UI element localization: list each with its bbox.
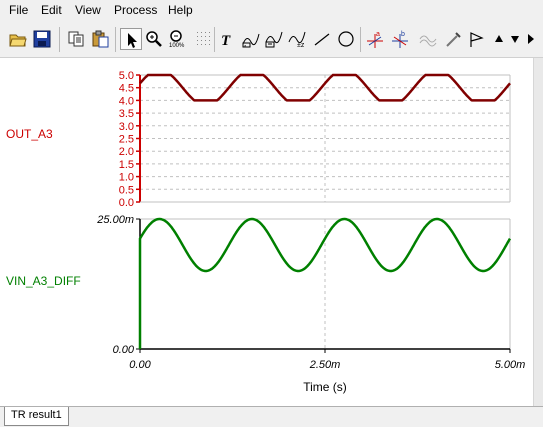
y-tick-label: 1.5 — [119, 159, 134, 171]
text-icon[interactable]: T — [217, 28, 239, 50]
svg-text:100%: 100% — [169, 43, 185, 48]
y-tick-label: 2.0 — [119, 146, 134, 158]
grid-icon[interactable] — [193, 28, 215, 50]
circle-icon[interactable] — [335, 28, 357, 50]
paste-icon[interactable] — [89, 28, 111, 50]
tolerance-icon[interactable]: ±z — [286, 28, 308, 50]
x-axis-label: Time (s) — [303, 380, 347, 394]
out-a3-plot: 0.00.51.01.52.02.53.03.54.04.55.0 — [119, 70, 511, 209]
tab-tr-result1[interactable]: TR result1 — [4, 407, 69, 426]
menu-view[interactable]: View — [75, 3, 101, 17]
cursor-a-icon[interactable]: a — [240, 28, 262, 50]
menu-bar: File Edit View Process Help — [0, 0, 543, 20]
x-tick-label: 2.50m — [309, 359, 341, 371]
y-tick-label: 0.0 — [119, 197, 134, 209]
y-tick-label: 0.00 — [113, 344, 135, 356]
pointer-icon[interactable] — [120, 28, 142, 50]
y-tick-label: 1.0 — [119, 172, 134, 184]
menu-process[interactable]: Process — [114, 3, 157, 17]
open-folder-icon[interactable] — [7, 28, 29, 50]
menu-help[interactable]: Help — [168, 3, 193, 17]
svg-text:b: b — [401, 31, 405, 38]
scroll-right-icon[interactable] — [524, 28, 538, 50]
y-tick-label: 2.5 — [119, 134, 134, 146]
x-tick-label: 5.00m — [495, 359, 526, 371]
x-tick-label: 0.00 — [129, 359, 151, 371]
curve-icon[interactable] — [417, 28, 439, 50]
copy-icon[interactable] — [65, 28, 87, 50]
y-tick-label: 3.5 — [119, 108, 134, 120]
up-arrow-icon[interactable] — [492, 28, 506, 50]
zoom-100-icon[interactable]: 100% — [166, 28, 188, 50]
tab-bar: TR result1 — [0, 406, 543, 427]
vin-a3-diff-label: VIN_A3_DIFF — [6, 274, 81, 288]
line-icon[interactable] — [311, 28, 333, 50]
down-arrow-icon[interactable] — [508, 28, 522, 50]
y-tick-label: 3.0 — [119, 121, 134, 133]
svg-text:T: T — [221, 33, 231, 48]
menu-edit[interactable]: Edit — [41, 3, 62, 17]
save-disk-icon[interactable] — [31, 28, 53, 50]
plot-area[interactable]: 0.0 0.5 1.0 1.5 2.0 2.5 3.0 3.5 4.0 4.5 5.0 0.00 25… — [0, 58, 533, 406]
y-tick-label: 4.5 — [119, 83, 134, 95]
cursor-b-blue-icon[interactable]: b — [389, 28, 411, 50]
zoom-in-icon[interactable] — [143, 28, 165, 50]
toolbar: 100% T a ±z a b — [0, 21, 543, 58]
y-tick-label: 0.5 — [119, 184, 134, 196]
vertical-scrollbar[interactable] — [533, 58, 543, 406]
y-tick-label: 25.00m — [96, 214, 134, 226]
cursor-a-red-icon[interactable]: a — [364, 28, 386, 50]
svg-text:±z: ±z — [297, 42, 305, 48]
svg-text:a: a — [376, 31, 380, 38]
y-tick-label: 4.0 — [119, 95, 134, 107]
vin-a3-diff-plot: 0.00 25.00m 0.00 2.50m 5.00m — [96, 214, 525, 371]
waveform-chart: 0.00.51.01.52.02.53.03.54.04.55.0 0.00 25… — [6, 70, 525, 394]
probe-icon[interactable] — [442, 28, 464, 50]
out-a3-label: OUT_A3 — [6, 127, 53, 141]
flag-icon[interactable] — [466, 28, 488, 50]
cursor-b-icon[interactable] — [263, 28, 285, 50]
y-tick-label: 5.0 — [119, 70, 134, 82]
menu-file[interactable]: File — [9, 3, 28, 17]
